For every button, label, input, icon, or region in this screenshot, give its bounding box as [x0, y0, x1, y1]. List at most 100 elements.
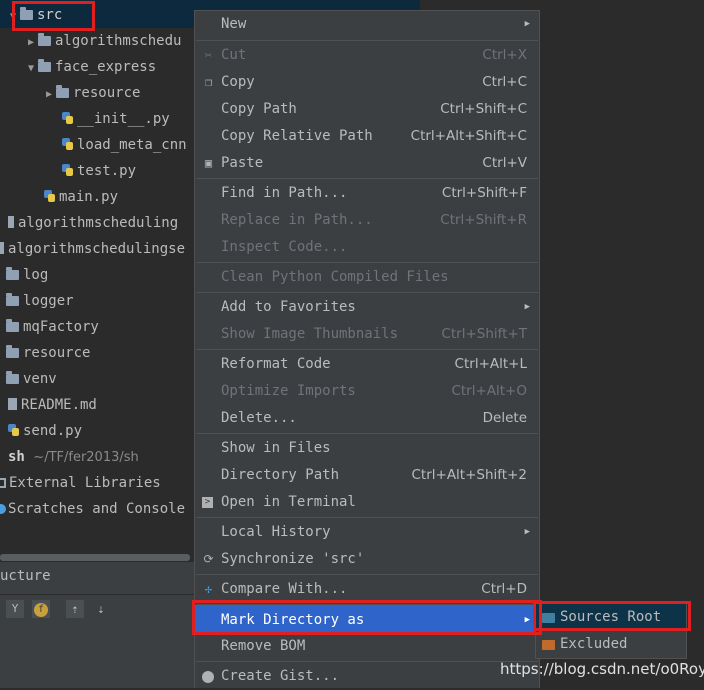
menu-item-copy-relative-path[interactable]: Copy Relative Path Ctrl+Alt+Shift+C [195, 123, 539, 150]
markdown-file-icon [8, 398, 17, 410]
sh-path: ~/TF/fer2013/sh [33, 450, 139, 465]
menu-separator [196, 40, 538, 41]
field-icon[interactable]: f [32, 600, 50, 618]
menu-separator [196, 517, 538, 518]
folder-icon [6, 267, 19, 280]
python-file-icon [62, 112, 73, 124]
chevron-right-icon[interactable]: ▶ [42, 82, 56, 108]
copy-icon: ❐ [204, 75, 213, 89]
menu-item-add-to-favorites[interactable]: Add to Favorites ▶ [195, 294, 539, 321]
menu-item-new[interactable]: New ▶ [195, 11, 539, 38]
python-file-icon [8, 424, 19, 436]
submenu-arrow-icon: ▶ [524, 19, 530, 29]
menu-separator [196, 178, 538, 179]
submenu-arrow-icon: ▶ [524, 527, 530, 537]
tree-item-readme[interactable]: README.md [8, 392, 97, 418]
menu-separator [196, 661, 538, 662]
menu-item-show-in-files[interactable]: Show in Files [195, 435, 539, 462]
tree-item-resource[interactable]: resource [6, 340, 90, 366]
file-icon [8, 216, 14, 228]
menu-item-optimize-imports[interactable]: Optimize Imports Ctrl+Alt+O [195, 378, 539, 405]
scissors-icon: ✂ [204, 48, 213, 62]
editor-background [540, 0, 704, 688]
terminal-icon: > [202, 497, 213, 508]
annotation-box-src [12, 1, 95, 31]
structure-panel-title: ucture [0, 568, 51, 584]
watermark: https://blog.csdn.net/o0Roy [500, 660, 704, 678]
scratches-icon [0, 504, 6, 514]
folder-icon [6, 371, 19, 384]
tree-item-sh[interactable]: sh ~/TF/fer2013/sh [8, 444, 139, 470]
menu-item-copy-path[interactable]: Copy Path Ctrl+Shift+C [195, 96, 539, 123]
menu-item-show-image-thumbnails[interactable]: Show Image Thumbnails Ctrl+Shift+T [195, 321, 539, 348]
menu-item-copy[interactable]: ❐ Copy Ctrl+C [195, 69, 539, 96]
context-menu: New ▶ ✂ Cut Ctrl+X ❐ Copy Ctrl+C Copy Path Ctr… [194, 10, 540, 688]
annotation-box-sources-root [533, 601, 691, 631]
menu-item-local-history[interactable]: Local History ▶ [195, 519, 539, 546]
tree-item-algorithmscheduling[interactable]: algorithmscheduling [8, 210, 178, 236]
menu-item-reformat-code[interactable]: Reformat Code Ctrl+Alt+L [195, 351, 539, 378]
folder-icon [6, 345, 19, 358]
menu-separator [196, 262, 538, 263]
python-file-icon [62, 164, 73, 176]
tree-item-face-express[interactable]: ▼ face_express [24, 54, 156, 80]
collapse-icon[interactable]: ⇣ [92, 600, 110, 618]
folder-icon [38, 33, 51, 46]
expand-icon[interactable]: ⇡ [66, 600, 84, 618]
tree-item-load-meta-cnn[interactable]: load_meta_cnn [62, 132, 187, 158]
tree-item-resource-sub[interactable]: ▶ resource [42, 80, 140, 106]
structure-toolbar: Y f ⇡ ⇣ [0, 595, 194, 623]
submenu-item-excluded[interactable]: Excluded [536, 631, 686, 657]
folder-icon [38, 59, 51, 72]
tree-item-mqfactory[interactable]: mqFactory [6, 314, 99, 340]
sort-alpha-icon[interactable]: Y [6, 600, 24, 618]
menu-item-open-in-terminal[interactable]: > Open in Terminal [195, 489, 539, 516]
menu-separator [196, 292, 538, 293]
menu-item-find-in-path[interactable]: Find in Path... Ctrl+Shift+F [195, 180, 539, 207]
tree-item-logger[interactable]: logger [6, 288, 74, 314]
folder-icon [56, 85, 69, 98]
submenu-arrow-icon: ▶ [524, 302, 530, 312]
structure-panel: ucture Y f ⇡ ⇣ [0, 562, 194, 688]
menu-item-create-gist[interactable]: Create Gist... [195, 663, 539, 690]
tree-item-external-libraries[interactable]: External Libraries [0, 470, 161, 496]
library-icon [0, 478, 6, 488]
folder-icon [6, 319, 19, 332]
menu-separator [196, 574, 538, 575]
python-file-icon [62, 138, 73, 150]
tree-item-venv[interactable]: venv [6, 366, 57, 392]
tree-item-algorithmschedu[interactable]: ▶ algorithmschedu [24, 28, 181, 54]
excluded-folder-icon [542, 640, 555, 650]
menu-separator [196, 433, 538, 434]
python-file-icon [44, 190, 55, 202]
tree-item-scratches[interactable]: Scratches and Console [0, 496, 185, 522]
menu-item-cut[interactable]: ✂ Cut Ctrl+X [195, 42, 539, 69]
chevron-right-icon[interactable]: ▶ [24, 30, 38, 56]
clipboard-icon: ▣ [204, 156, 213, 170]
file-icon [0, 242, 4, 254]
compare-icon: ✢ [204, 582, 213, 596]
menu-item-clean-python-compiled[interactable]: Clean Python Compiled Files [195, 264, 539, 291]
github-icon [202, 671, 214, 683]
menu-item-delete[interactable]: Delete... Delete [195, 405, 539, 432]
menu-item-directory-path[interactable]: Directory Path Ctrl+Alt+Shift+2 [195, 462, 539, 489]
menu-item-inspect-code[interactable]: Inspect Code... [195, 234, 539, 261]
menu-item-compare-with[interactable]: ✢ Compare With... Ctrl+D [195, 576, 539, 603]
horizontal-scrollbar[interactable] [0, 554, 190, 561]
tree-item-test-py[interactable]: test.py [62, 158, 136, 184]
project-tree: ▼ src ▶ algorithmschedu ▼ face_express ▶ res… [0, 0, 420, 561]
tree-item-algorithmschedulingse[interactable]: algorithmschedulingse [0, 236, 185, 262]
tree-item-log[interactable]: log [6, 262, 48, 288]
folder-icon [6, 293, 19, 306]
menu-separator [196, 349, 538, 350]
menu-item-synchronize[interactable]: ⟳ Synchronize 'src' [195, 546, 539, 573]
chevron-down-icon[interactable]: ▼ [24, 56, 38, 82]
menu-item-remove-bom[interactable]: Remove BOM [195, 633, 539, 660]
annotation-box-mark-directory [192, 600, 542, 635]
refresh-icon: ⟳ [203, 552, 214, 566]
tree-item-send-py[interactable]: send.py [8, 418, 82, 444]
tree-item-main-py[interactable]: main.py [44, 184, 118, 210]
menu-item-replace-in-path[interactable]: Replace in Path... Ctrl+Shift+R [195, 207, 539, 234]
menu-item-paste[interactable]: ▣ Paste Ctrl+V [195, 150, 539, 177]
tree-item-init-py[interactable]: __init__.py [62, 106, 170, 132]
